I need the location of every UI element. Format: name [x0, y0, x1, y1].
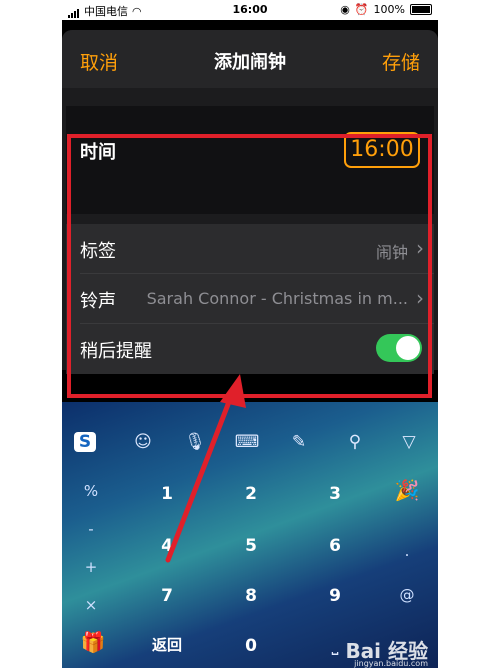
digit-key-4[interactable]: 4	[150, 536, 184, 556]
digit-key-9[interactable]: 9	[318, 586, 352, 606]
search-icon[interactable]: ⚲	[338, 432, 372, 452]
lock-rotation-icon: ◉	[340, 3, 350, 16]
add-alarm-sheet: 取消 添加闹钟 存储 时间 16:00 标签 闹钟 › 铃声 Sarah Con…	[62, 30, 438, 398]
digit-key-1[interactable]: 1	[150, 484, 184, 504]
keyboard-icon[interactable]: ⌨	[230, 432, 264, 452]
digit-key-3[interactable]: 3	[318, 484, 352, 504]
save-button[interactable]: 存储	[382, 48, 420, 75]
symbol-key[interactable]: -	[76, 520, 106, 538]
sogou-keyboard: S ☺ 🎙 ⌨ ✎ ⚲ ▽ % - + × 1 2 3 4 5 6 7 8 9 …	[62, 402, 438, 668]
symbol-key[interactable]: +	[76, 558, 106, 576]
battery-icon	[410, 4, 432, 15]
digit-key-8[interactable]: 8	[234, 586, 268, 606]
battery-percent: 100%	[373, 3, 405, 16]
status-bar: 中国电信 ◠ 16:00 ◉ ⏰ 100%	[62, 0, 438, 20]
phone-screen: 中国电信 ◠ 16:00 ◉ ⏰ 100% 取消 添加闹钟 存储 时间 16:0…	[62, 0, 438, 668]
at-key[interactable]: @	[392, 586, 422, 604]
digit-key-2[interactable]: 2	[234, 484, 268, 504]
symbol-key[interactable]: %	[76, 482, 106, 500]
handwriting-icon[interactable]: ✎	[282, 432, 316, 452]
party-hat-icon[interactable]: 🎉	[390, 478, 424, 502]
nav-bar: 取消 添加闹钟 存储	[62, 30, 438, 88]
highlight-box	[67, 134, 432, 398]
digit-key-5[interactable]: 5	[234, 536, 268, 556]
gift-icon[interactable]: 🎁	[76, 630, 110, 654]
digit-key-0[interactable]: 0	[234, 636, 268, 656]
alarm-icon: ⏰	[354, 3, 369, 16]
symbol-key[interactable]: ×	[76, 596, 106, 614]
collapse-icon[interactable]: ▽	[392, 432, 426, 452]
sogou-logo-icon[interactable]: S	[74, 432, 96, 452]
mic-icon[interactable]: 🎙	[178, 432, 212, 452]
digit-key-6[interactable]: 6	[318, 536, 352, 556]
digit-key-7[interactable]: 7	[150, 586, 184, 606]
watermark-url: jingyan.baidu.com	[354, 659, 428, 668]
dot-key[interactable]: .	[392, 542, 422, 560]
return-button[interactable]: 返回	[152, 634, 182, 655]
emoji-icon[interactable]: ☺	[126, 432, 160, 452]
